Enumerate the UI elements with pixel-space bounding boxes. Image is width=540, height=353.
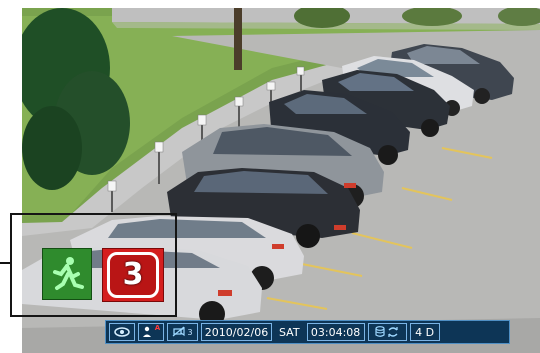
channel-number: 3	[107, 252, 159, 298]
camera-status-segment[interactable]: 3	[167, 323, 198, 341]
day-label: SAT	[279, 325, 300, 339]
time-text: 03:04:08	[310, 325, 361, 339]
running-person-icon	[42, 248, 92, 300]
channel-badge: 3	[102, 248, 164, 302]
camera-monitor-screen: 3 A 3 2010/02/06 SAT 03:04:08 4 D	[0, 0, 540, 353]
date-text: 2010/02/06	[204, 325, 269, 339]
camera-number: 3	[187, 327, 193, 337]
user-icon	[142, 326, 151, 337]
user-mark: A	[154, 324, 161, 332]
database-icon	[375, 326, 385, 337]
camera-icon	[173, 326, 186, 337]
status-bar: A 3 2010/02/06 SAT 03:04:08 4 D	[105, 320, 510, 344]
date-display: 2010/02/06	[201, 323, 272, 341]
recycle-icon	[388, 327, 398, 337]
user-status-segment[interactable]: A	[138, 323, 164, 341]
storage-status-segment[interactable]	[367, 323, 407, 341]
time-display: 03:04:08	[306, 323, 365, 341]
monitor-status-segment[interactable]	[109, 323, 135, 341]
days-left-display: 4 D	[409, 323, 440, 341]
motion-indicator-group: 3	[42, 248, 164, 302]
eye-icon	[114, 327, 130, 337]
days-left-text: 4 D	[415, 325, 435, 339]
running-person-symbol	[53, 257, 84, 290]
